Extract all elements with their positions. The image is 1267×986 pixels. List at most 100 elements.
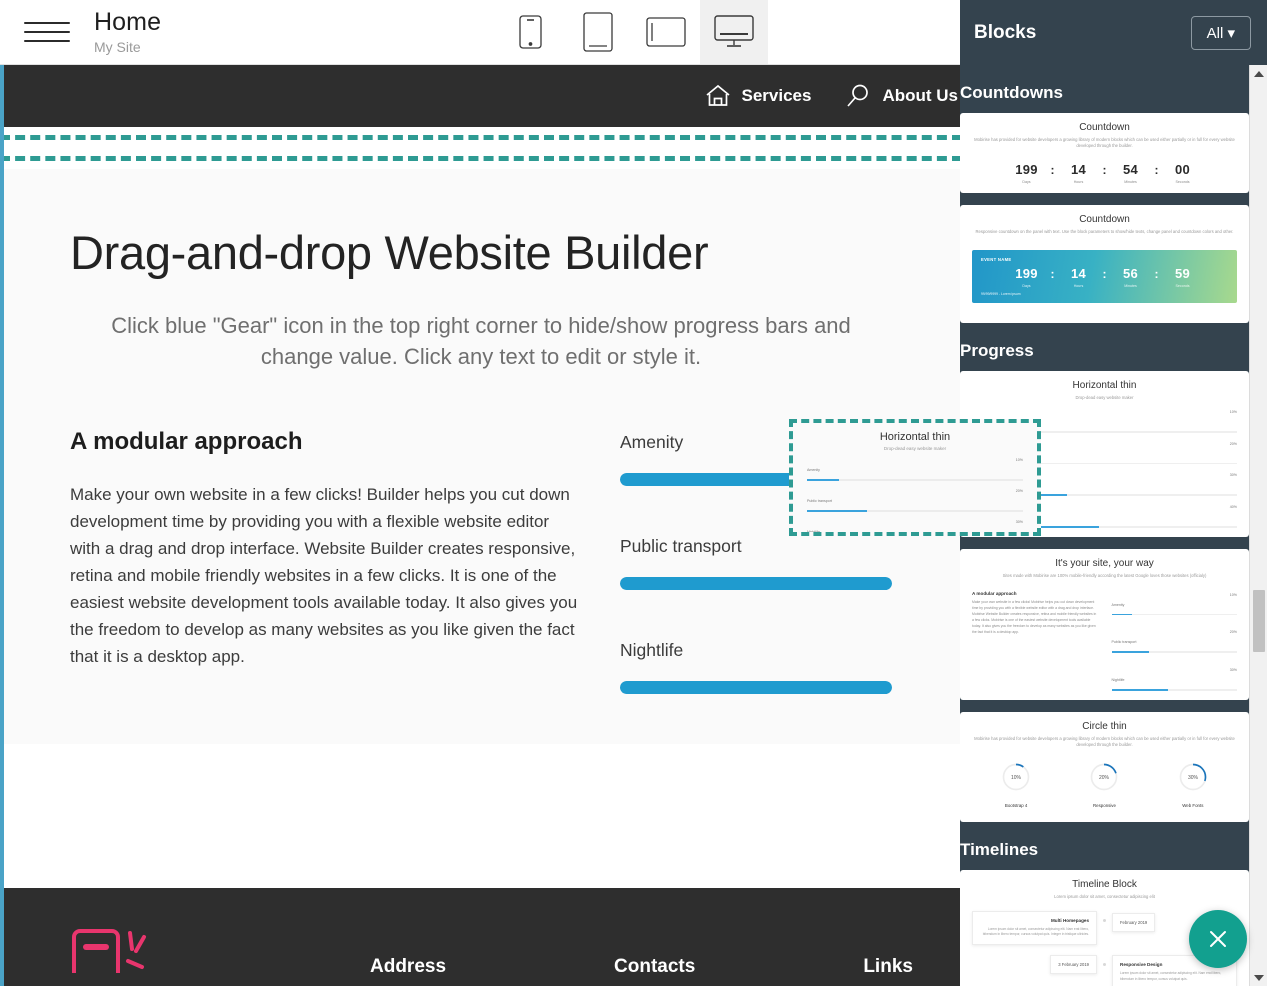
timeline-entry-left: Multi Homepages Lorem ipsum dolor sit am… (972, 911, 1097, 946)
circle-progress-label: Responsive (1089, 803, 1119, 808)
countdown-label: Minutes (1117, 180, 1145, 184)
canvas-left-accent (0, 65, 4, 986)
drag-ghost-bar: Nightlife 30% (807, 520, 1023, 536)
close-blocks-panel-button[interactable] (1189, 910, 1247, 968)
countdown-value: 00 (1169, 162, 1197, 177)
block-card-countdown-plain[interactable]: Countdown Mobirise has provided for webs… (960, 113, 1249, 193)
progress-bar-label: Nightlife (1112, 678, 1125, 682)
countdown-label: Hours (1065, 180, 1093, 184)
hamburger-icon[interactable] (24, 22, 70, 42)
countdown-unit-hours: 14 Hours (1065, 162, 1093, 184)
device-desktop-button[interactable] (700, 0, 768, 64)
blocks-filter-button[interactable]: All ▾ (1191, 16, 1251, 50)
footer-inner: Address Contacts Links (0, 888, 962, 986)
countdown-value: 14 (1065, 266, 1093, 281)
drag-ghost-bar: Amenity 10% (807, 458, 1023, 481)
nav-item-about-us[interactable]: About Us (845, 83, 962, 109)
drag-ghost-bar-pct: 20% (1016, 489, 1023, 493)
block-title: Circle thin (972, 721, 1237, 732)
text-column: A modular approach Make your own website… (972, 591, 1098, 691)
scrollbar-thumb[interactable] (1253, 590, 1265, 652)
block-group-title-countdowns: Countdowns (960, 83, 1249, 103)
block-card-countdown-panel[interactable]: Countdown Responsive countdown on the pa… (960, 205, 1249, 323)
countdown-separator: : (1103, 162, 1107, 177)
block-card-circle-thin[interactable]: Circle thin Mobirise has provided for we… (960, 712, 1249, 823)
progress-bar-fill (1112, 651, 1150, 653)
scrollbar-down-arrow[interactable] (1250, 969, 1267, 986)
circle-progress-responsive: 20% Responsive (1089, 762, 1119, 808)
countdown-label: Days (1013, 284, 1041, 288)
countdown-unit-seconds: 59 Seconds (1169, 266, 1197, 288)
circle-progress-webfonts: 30% Web Fonts (1178, 762, 1208, 808)
block-preview-countdown-panel: Countdown Responsive countdown on the pa… (960, 205, 1249, 239)
countdown-separator: : (1051, 162, 1055, 177)
modular-body[interactable]: Make your own website in a few clicks! B… (70, 482, 580, 670)
site-logo-icon (70, 915, 158, 973)
block-title: Countdown (972, 214, 1237, 225)
device-tablet-landscape-button[interactable] (632, 0, 700, 64)
circle-progress-icon: 20% (1089, 762, 1119, 792)
footer-col-contacts[interactable]: Contacts (614, 956, 695, 978)
topbar-left: Home My Site (0, 9, 161, 56)
blocks-panel-title: Blocks (974, 22, 1036, 44)
chevron-up-icon (1254, 71, 1264, 77)
block-preview-circle-thin: Circle thin Mobirise has provided for we… (960, 712, 1249, 823)
column-body: Make your own website in a few clicks! M… (972, 600, 1098, 636)
block-group-title-progress: Progress (960, 341, 1249, 361)
hero-heading[interactable]: Drag-and-drop Website Builder (70, 225, 892, 280)
progress-bar-label: Public transport (1112, 640, 1137, 644)
device-mobile-button[interactable] (496, 0, 564, 64)
drag-ghost-title: Horizontal thin (807, 431, 1023, 443)
countdown-label: Minutes (1117, 284, 1145, 288)
circle-progress-value: 30% (1188, 775, 1199, 781)
hero-subheading[interactable]: Click blue "Gear" icon in the top right … (70, 310, 892, 372)
block-subtitle: Responsive countdown on the panel with t… (972, 229, 1237, 235)
scrollbar-up-arrow[interactable] (1250, 65, 1267, 82)
progress-bar-track (1112, 651, 1238, 653)
countdown-value: 199 (1013, 266, 1041, 281)
app-root: Home My Site (0, 0, 1267, 986)
drag-ghost-bar-label: Nightlife (807, 530, 820, 534)
countdown-event-foot: 99/99/9999 - Lorem ipsum (981, 292, 1228, 296)
footer-col-address[interactable]: Address (370, 956, 446, 978)
drag-ghost-preview[interactable]: Horizontal thin Drop-dead easy website m… (789, 419, 1041, 536)
timeline-dot-icon (1103, 919, 1106, 922)
progress-label-public-transport[interactable]: Public transport (620, 536, 892, 557)
progress-bar-track (1112, 614, 1238, 616)
progress-label-nightlife[interactable]: Nightlife (620, 640, 892, 661)
tablet-portrait-icon (583, 12, 613, 52)
countdown-value: 14 (1065, 162, 1093, 177)
nav-item-services[interactable]: Services (705, 84, 812, 108)
countdown-value: 56 (1117, 266, 1145, 281)
circle-progress-label: Bootstrap 4 (1001, 803, 1031, 808)
drag-ghost-bar-pct: 30% (1016, 520, 1023, 524)
device-tablet-portrait-button[interactable] (564, 0, 632, 64)
progress-item-public-transport: Public transport (620, 536, 892, 590)
tablet-landscape-icon (646, 17, 686, 47)
timeline-heading: Multi Homepages (980, 918, 1089, 923)
countdown-value: 54 (1117, 162, 1145, 177)
timeline-card: Multi Homepages Lorem ipsum dolor sit am… (972, 911, 1097, 946)
drag-ghost-bar-track (807, 479, 1023, 481)
circle-progress-group: 10% Bootstrap 4 20% Responsive (972, 762, 1237, 808)
footer-col-links[interactable]: Links (863, 956, 913, 978)
progress-track-public-transport (620, 577, 892, 590)
block-subtitle: Sites made with Mobirise are 100% mobile… (972, 573, 1237, 579)
block-title: Countdown (972, 122, 1237, 133)
modular-heading[interactable]: A modular approach (70, 428, 580, 456)
countdown-unit-minutes: 56 Minutes (1117, 266, 1145, 288)
block-preview-its-your-site: It's your site, your way Sites made with… (960, 549, 1249, 700)
blocks-panel-scrollbar[interactable] (1249, 65, 1267, 986)
circle-progress-icon: 30% (1178, 762, 1208, 792)
countdown-event-name: EVENT NAME (981, 257, 1228, 262)
progress-bar-pct: 20% (1230, 630, 1237, 634)
drag-ghost-bars: Amenity 10% Public transport 20% Nightli… (807, 458, 1023, 536)
countdown-gradient-panel: EVENT NAME 199 Days : 14 Hours : (972, 250, 1237, 303)
progress-fill-public-transport (620, 577, 892, 590)
timeline-dot-icon (1103, 963, 1106, 966)
drop-indicator-zone (0, 127, 962, 169)
drag-ghost-bar-fill (807, 510, 867, 512)
site-navbar: Services About Us (0, 65, 962, 127)
block-card-its-your-site[interactable]: It's your site, your way Sites made with… (960, 549, 1249, 700)
countdown-separator: : (1155, 266, 1159, 281)
